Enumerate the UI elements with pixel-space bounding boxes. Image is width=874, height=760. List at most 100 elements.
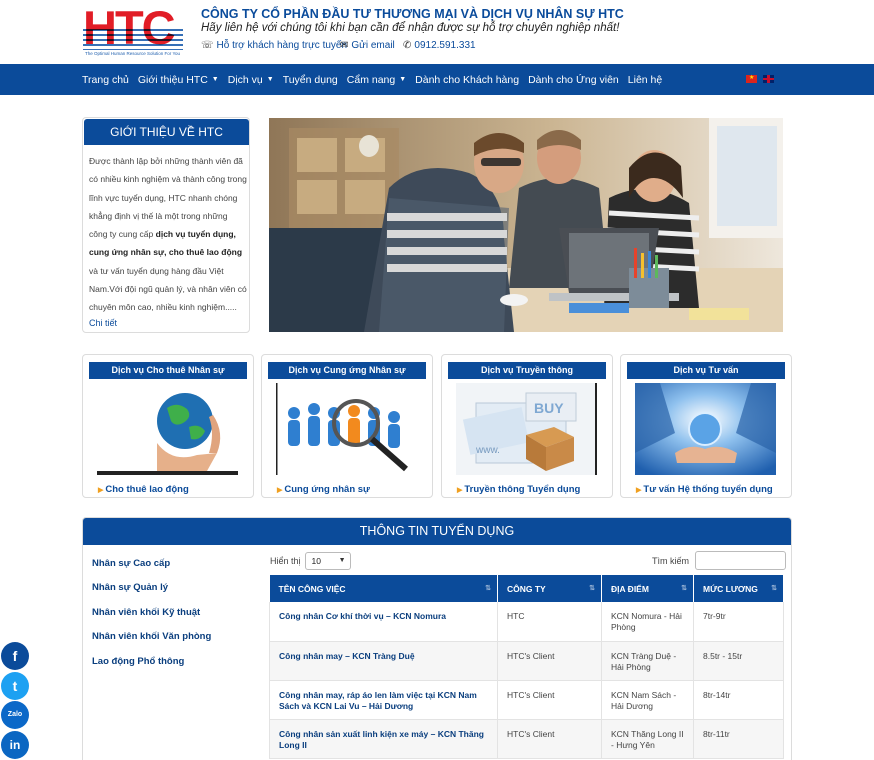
nav-label: Dành cho Ứng viên — [528, 73, 619, 86]
nav-label: Dành cho Khách hàng — [415, 73, 520, 86]
column-header-label: MỨC LƯƠNG — [703, 583, 758, 594]
htc-logo[interactable]: HTC The Optimal Human Resource Solution … — [83, 4, 183, 58]
uk-flag-icon[interactable] — [763, 75, 774, 83]
job-category-item[interactable]: Lao động Phổ thông — [92, 656, 211, 680]
service-card-link[interactable]: ▶ Cho thuê lao động — [98, 484, 189, 495]
zalo-label: Zalo — [7, 711, 23, 718]
job-title-link[interactable]: Công nhân may, ráp áo len làm việc tại K… — [269, 680, 498, 720]
page-size-select[interactable]: 10 ▼ — [304, 552, 351, 570]
column-header-job[interactable]: TÊN CÔNG VIỆC ⇅ — [269, 575, 498, 602]
job-location: KCN Thăng Long II - Hưng Yên — [601, 719, 694, 759]
main-navbar: Trang chủ Giới thiệu HTC ▼ Dịch vụ ▼ Tuyển… — [0, 64, 874, 95]
jobs-table-header: TÊN CÔNG VIỆC ⇅ CÔNG TY ⇅ ĐỊA ĐIỂM ⇅ MỨC LƯ… — [269, 575, 784, 602]
online-support-link[interactable]: ☏ Hỗ trợ khách hàng trực tuyến — [201, 40, 347, 51]
service-card-title: Dịch vụ Tư vấn — [627, 362, 785, 379]
job-salary: 8tr-11tr — [693, 719, 784, 759]
service-card-link[interactable]: ▶ Tư vấn Hệ thống tuyển dụng — [636, 484, 773, 495]
service-card-link[interactable]: ▶ Truyền thông Tuyển dụng — [457, 484, 580, 495]
job-company: HTC's Client — [497, 680, 602, 720]
facebook-icon[interactable]: f — [1, 642, 29, 670]
nav-item-about[interactable]: Giới thiệu HTC ▼ — [138, 74, 219, 86]
job-salary: 8tr-14tr — [693, 680, 784, 720]
zalo-icon[interactable]: Zalo — [1, 701, 29, 729]
search-control: Tìm kiếm — [652, 551, 786, 570]
sort-icon: ⇅ — [589, 585, 595, 592]
page-size-control: Hiển thị 10 ▼ — [270, 552, 351, 570]
company-slogan: Hãy liên hệ với chúng tôi khi bạn cần để… — [201, 22, 620, 34]
nav-item-contact[interactable]: Liên hệ — [628, 74, 662, 86]
logo-stripes — [83, 26, 183, 50]
column-header-salary[interactable]: MỨC LƯƠNG ⇅ — [693, 575, 784, 602]
job-title-link[interactable]: Công nhân may – KCN Tràng Duệ — [269, 641, 498, 681]
svg-text:www.: www. — [475, 445, 500, 456]
service-card-link-label: Cung ứng nhân sự — [284, 484, 370, 495]
nav-item-home[interactable]: Trang chủ — [82, 74, 129, 86]
search-label: Tìm kiếm — [652, 555, 689, 566]
job-category-item[interactable]: Nhân sự Cao cấp — [92, 558, 211, 582]
facebook-glyph: f — [12, 648, 18, 664]
intro-text-part: và tư vấn tuyển dụng hàng đầu Việt Nam.V… — [89, 265, 247, 313]
service-card-link-label: Cho thuê lao động — [105, 484, 189, 495]
service-card-link[interactable]: ▶ Cung ứng nhân sự — [277, 484, 370, 495]
column-header-company[interactable]: CÔNG TY ⇅ — [497, 575, 602, 602]
job-category-item[interactable]: Nhân viên khối Văn phòng — [92, 631, 211, 655]
envelope-icon: ✉ — [340, 40, 349, 51]
nav-item-recruitment[interactable]: Tuyển dụng — [283, 74, 338, 86]
table-row: Công nhân may – KCN Tràng Duệ HTC's Clie… — [269, 641, 784, 681]
nav-item-for-clients[interactable]: Dành cho Khách hàng — [415, 74, 519, 86]
service-card-title: Dịch vụ Cung ứng Nhân sự — [268, 362, 426, 379]
column-header-location[interactable]: ĐỊA ĐIỂM ⇅ — [601, 575, 694, 602]
job-category-item[interactable]: Nhân sự Quản lý — [92, 582, 211, 606]
recruitment-section: THÔNG TIN TUYỂN DỤNG Nhân sự Cao cấp Nhâ… — [82, 517, 792, 760]
job-location: KCN Nomura - Hải Phòng — [601, 602, 694, 642]
skype-icon: ☏ — [201, 40, 214, 51]
sort-icon: ⇅ — [485, 585, 491, 592]
table-row: Công nhân Cơ khí thời vụ – KCN Nomura HT… — [269, 602, 784, 642]
phone-number: 0912.591.331 — [414, 40, 476, 51]
twitter-icon[interactable]: t — [1, 672, 29, 700]
linkedin-icon[interactable]: in — [1, 731, 29, 759]
nav-label: Liên hệ — [627, 73, 663, 86]
nav-item-for-candidates[interactable]: Dành cho Ứng viên — [528, 74, 619, 86]
table-row: Công nhân sản xuất linh kiện xe máy – KC… — [269, 719, 784, 759]
service-card-staff-leasing[interactable]: Dịch vụ Cho thuê Nhân sự ▶ Cho thuê lao đ… — [82, 354, 254, 498]
intro-title: GIỚI THIỆU VỀ HTC — [84, 119, 249, 145]
vietnam-flag-icon[interactable] — [746, 74, 757, 83]
job-company: HTC — [497, 602, 602, 642]
nav-item-handbook[interactable]: Cẩm nang ▼ — [347, 74, 406, 86]
nav-label: Trang chủ — [82, 73, 129, 86]
twitter-glyph: t — [12, 678, 18, 694]
job-category-item[interactable]: Nhân viên khối Kỹ thuật — [92, 607, 211, 631]
search-input[interactable] — [695, 551, 786, 570]
intro-text: Được thành lập bởi những thành viên đã c… — [89, 152, 247, 317]
sort-icon: ⇅ — [771, 585, 777, 592]
chevron-down-icon: ▼ — [399, 76, 407, 83]
service-card-consulting[interactable]: Dịch vụ Tư vấn ▶ Tư vấn Hệ thống tuyển dụ… — [620, 354, 792, 498]
nav-menu: Trang chủ Giới thiệu HTC ▼ Dịch vụ ▼ Tuyển… — [82, 64, 671, 95]
job-company: HTC's Client — [497, 641, 602, 681]
nav-label: Tuyển dụng — [282, 73, 338, 86]
nav-label: Giới thiệu HTC — [137, 73, 208, 86]
hero-image — [269, 118, 783, 332]
phone-link[interactable]: ✆ 0912.591.331 — [403, 40, 476, 51]
sort-icon: ⇅ — [681, 585, 687, 592]
service-card-link-label: Truyền thông Tuyển dụng — [464, 484, 581, 495]
job-title-link[interactable]: Công nhân Cơ khí thời vụ – KCN Nomura — [269, 602, 498, 642]
intro-more-link[interactable]: Chi tiết — [89, 318, 117, 328]
nav-item-services[interactable]: Dịch vụ ▼ — [228, 74, 274, 86]
intro-text-part: Được thành lập bởi những thành viên đã c… — [89, 156, 247, 240]
service-card-media[interactable]: Dịch vụ Truyền thông www. BUY ▶ Truyền th… — [441, 354, 613, 498]
people-magnifier-image — [276, 383, 417, 475]
email-label: Gửi email — [351, 40, 395, 51]
job-title-link[interactable]: Công nhân sản xuất linh kiện xe máy – KC… — [269, 719, 498, 759]
column-header-label: CÔNG TY — [507, 583, 546, 594]
globe-hands-image — [97, 383, 238, 475]
email-link[interactable]: ✉ Gửi email — [340, 40, 395, 51]
show-label: Hiển thị — [270, 556, 301, 566]
svg-text:BUY: BUY — [534, 400, 564, 416]
caret-right-icon: ▶ — [98, 487, 104, 494]
intro-panel: GIỚI THIỆU VỀ HTC Được thành lập bởi nhữ… — [82, 117, 250, 333]
nav-label: Dịch vụ — [227, 73, 263, 86]
nav-label: Cẩm nang — [346, 73, 396, 86]
service-card-staff-supply[interactable]: Dịch vụ Cung ứng Nhân sự ▶ Cung ứng nhân … — [261, 354, 433, 498]
